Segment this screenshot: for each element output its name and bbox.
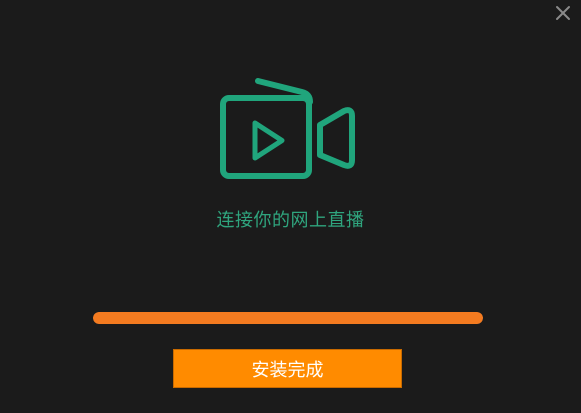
close-icon — [556, 6, 570, 20]
app-logo — [218, 78, 358, 182]
installer-window: { "window": { "close_icon": "close-icon"… — [0, 0, 581, 413]
video-camera-play-icon — [220, 78, 355, 179]
close-button[interactable] — [555, 5, 571, 21]
progress-bar — [93, 312, 483, 324]
progress-fill — [93, 312, 483, 324]
tagline: 连接你的网上直播 — [216, 210, 365, 231]
install-complete-button[interactable]: 安装完成 — [173, 349, 402, 388]
